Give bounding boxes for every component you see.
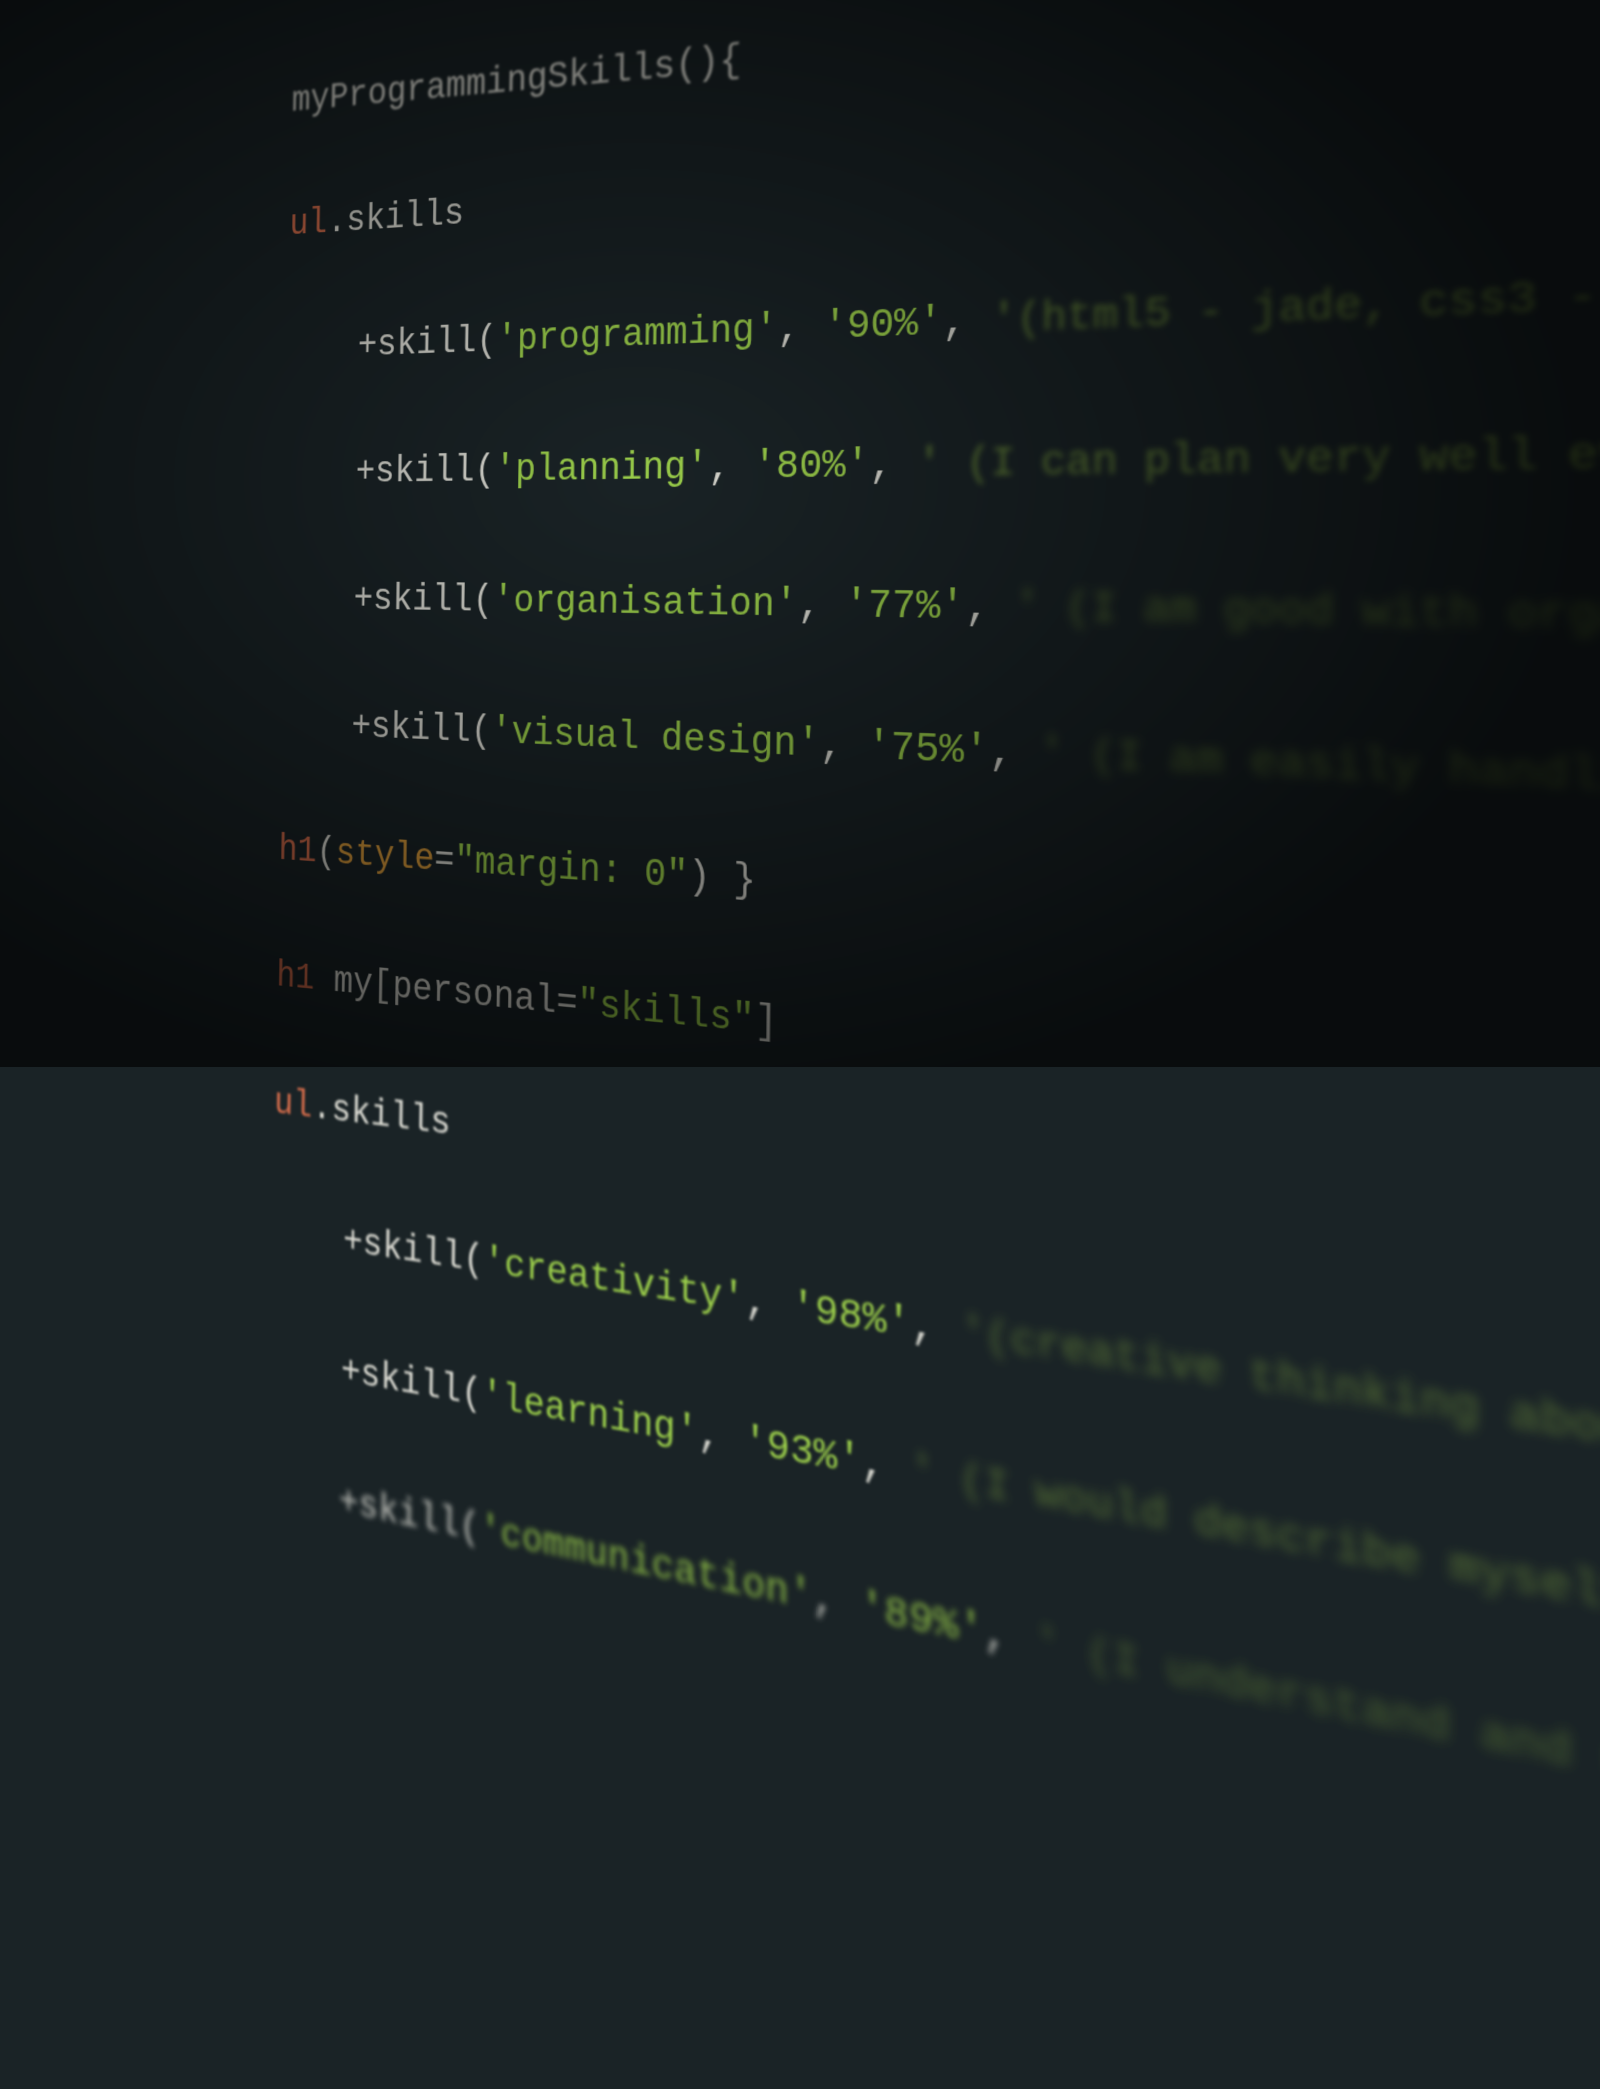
skill-desc: ' (I can plan very well every step in pr… bbox=[917, 417, 1600, 488]
func-name: myProgrammingSkills bbox=[291, 45, 675, 122]
mixin: +skill bbox=[357, 320, 476, 366]
val-margin: "margin: 0" bbox=[454, 840, 688, 899]
val-skills: "skills" bbox=[577, 982, 755, 1043]
skill-pct: '75%' bbox=[867, 724, 989, 776]
mixin: +skill bbox=[338, 1480, 459, 1548]
func-suffix: (){ bbox=[675, 38, 742, 88]
class-skills: .skills bbox=[327, 193, 464, 243]
mixin: +skill bbox=[355, 450, 474, 493]
skill-desc: '(html5 - jade, css3 - sass, scss, less)… bbox=[991, 243, 1600, 344]
skill-pct: '90%' bbox=[823, 300, 942, 350]
code-line-skill2: +skill('planning', '80%', ' (I can plan … bbox=[117, 412, 1600, 506]
class-skills: .skills bbox=[312, 1086, 451, 1145]
skill-name: 'creativity' bbox=[483, 1240, 745, 1324]
skill-name: 'learning' bbox=[481, 1374, 698, 1457]
tag-ul: ul bbox=[274, 1082, 313, 1128]
mixin: +skill bbox=[343, 1219, 464, 1280]
skill-desc: ' (I am easily handling work with photos… bbox=[1039, 730, 1600, 843]
mixin: +skill bbox=[351, 705, 471, 752]
skill-pct: '77%' bbox=[844, 583, 965, 631]
tag-ul: ul bbox=[289, 202, 327, 245]
skill-name: 'visual design' bbox=[491, 711, 820, 769]
tag-h1: h1 bbox=[276, 955, 315, 1000]
skill-pct: '89%' bbox=[860, 1584, 984, 1657]
attr-personal: personal bbox=[392, 965, 556, 1023]
skill-pct: '80%' bbox=[753, 443, 869, 490]
tag-h1: h1 bbox=[278, 829, 317, 873]
code-line-skill3: +skill('organisation', '77%', ' (I am go… bbox=[115, 566, 1600, 662]
code-editor[interactable]: myProgrammingSkills(){ ul.skills +skill(… bbox=[58, 0, 1600, 1245]
skill-name: 'programming' bbox=[496, 307, 777, 361]
skill-name: 'organisation' bbox=[493, 580, 798, 628]
skill-pct: '93%' bbox=[743, 1419, 861, 1486]
mixin: +skill bbox=[341, 1349, 462, 1413]
mixin: +skill bbox=[353, 578, 473, 621]
code-line-skill4: +skill('visual design', '75%', ' (I am e… bbox=[112, 686, 1600, 828]
skill-desc: ' (I am good with organising project flo… bbox=[1015, 585, 1600, 657]
code-line-skill1: +skill('programming', '90%', '(html5 - j… bbox=[120, 247, 1600, 386]
attr-style: style bbox=[336, 832, 435, 881]
skill-name: 'communication' bbox=[480, 1508, 813, 1621]
skill-desc: ' (I understand and speak english and ..… bbox=[1034, 1619, 1600, 1959]
skill-pct: '98%' bbox=[791, 1284, 911, 1349]
skill-name: 'planning' bbox=[495, 446, 709, 492]
txt-my: my bbox=[314, 958, 373, 1005]
